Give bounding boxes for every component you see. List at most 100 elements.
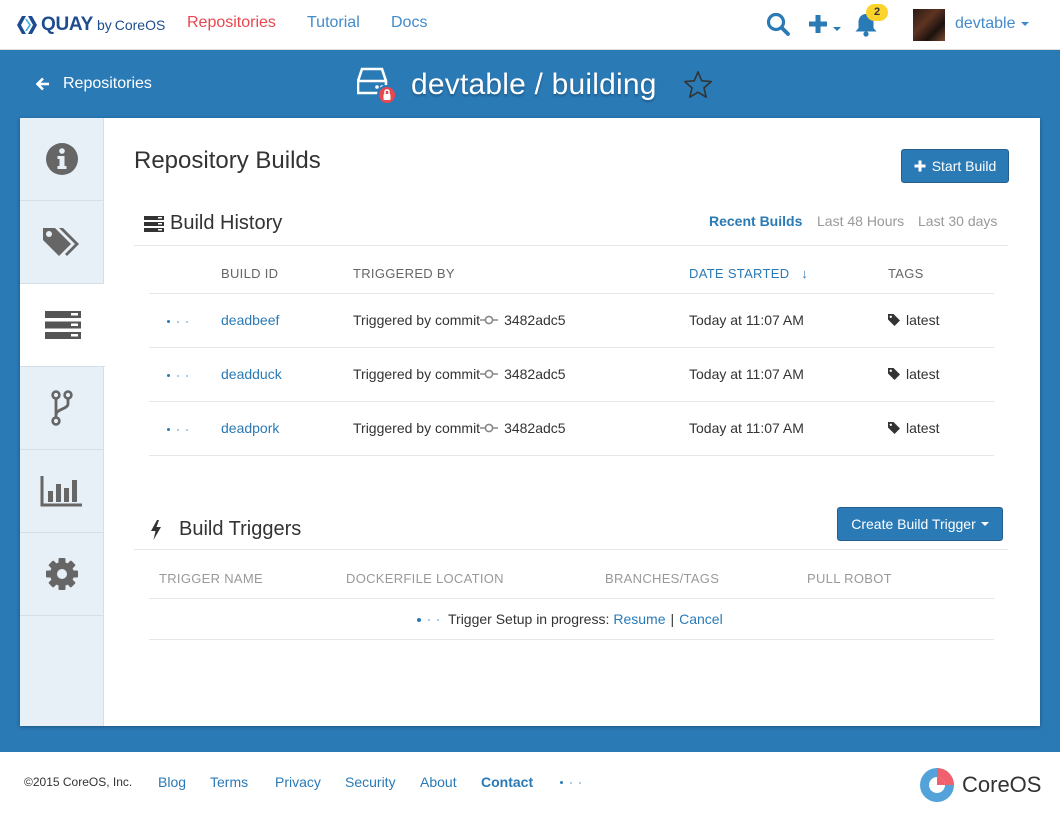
create-build-trigger-label: Create Build Trigger: [851, 516, 976, 532]
build-history-title: Build History: [170, 212, 283, 234]
nav-repositories[interactable]: Repositories: [187, 14, 276, 32]
build-phase-spinner-icon: [167, 374, 188, 377]
triggered-by-cell: Triggered by commit 3482adc5: [353, 419, 566, 437]
divider: [149, 293, 994, 294]
build-id-link[interactable]: deadbeef: [221, 311, 279, 329]
divider: [134, 245, 1008, 246]
trigger-setup-status: Trigger Setup in progress: Resume | Canc…: [448, 610, 723, 628]
triggered-by-text: Triggered by commit: [353, 420, 481, 436]
footer-link-blog[interactable]: Blog: [158, 774, 186, 790]
tag-label: latest: [906, 312, 940, 328]
logo-text: QUAY: [41, 14, 93, 35]
tab-settings[interactable]: [20, 533, 104, 616]
search-icon[interactable]: [764, 10, 792, 38]
column-header-triggered-by[interactable]: TRIGGERED BY: [353, 266, 455, 281]
repo-name: devtable / building: [411, 68, 657, 101]
commit-sha[interactable]: 3482adc5: [504, 312, 566, 328]
divider: [149, 347, 994, 348]
column-header-trigger-name: TRIGGER NAME: [159, 571, 263, 586]
start-build-button[interactable]: Start Build: [901, 149, 1009, 183]
nav-docs[interactable]: Docs: [391, 14, 427, 32]
tag-label: latest: [906, 366, 940, 382]
git-commit-icon: [480, 369, 499, 379]
username-label: devtable: [955, 15, 1016, 32]
trigger-setup-text: Trigger Setup in progress:: [448, 611, 610, 627]
copyright-text: ©2015 CoreOS, Inc.: [24, 775, 133, 789]
create-build-trigger-button[interactable]: Create Build Trigger: [837, 507, 1003, 541]
footer-link-terms[interactable]: Terms: [210, 774, 248, 790]
top-navbar: QUAY by CoreOS Repositories Tutorial Doc…: [0, 0, 1060, 50]
column-header-build-id[interactable]: BUILD ID: [221, 266, 278, 281]
bolt-icon: [151, 519, 161, 540]
footer-link-contact[interactable]: Contact: [481, 774, 533, 790]
tab-tags[interactable]: [20, 201, 104, 284]
user-avatar[interactable]: [913, 9, 945, 41]
resume-trigger-link[interactable]: Resume: [613, 611, 665, 627]
logo-vendor-text: CoreOS: [114, 17, 166, 33]
nav-tutorial[interactable]: Tutorial: [307, 14, 360, 32]
loading-spinner-icon: [417, 618, 439, 622]
triggered-by-cell: Triggered by commit 3482adc5: [353, 365, 566, 383]
date-started-cell: Today at 11:07 AM: [689, 312, 804, 328]
divider: [134, 549, 1008, 550]
bar-chart-icon: [40, 476, 82, 507]
arrow-left-icon: [36, 77, 49, 91]
tab-builds[interactable]: [20, 284, 105, 367]
commit-sha[interactable]: 3482adc5: [504, 420, 566, 436]
build-id-link[interactable]: deadpork: [221, 419, 279, 437]
column-header-tags[interactable]: TAGS: [888, 266, 924, 281]
date-started-cell: Today at 11:07 AM: [689, 420, 804, 436]
filter-recent-builds[interactable]: Recent Builds: [709, 213, 802, 229]
triggered-by-text: Triggered by commit: [353, 312, 481, 328]
tag-cell[interactable]: latest: [888, 311, 939, 329]
build-triggers-heading: Build Triggers: [150, 518, 301, 541]
filter-last-48-hours[interactable]: Last 48 Hours: [817, 213, 904, 229]
build-phase-spinner-icon: [167, 320, 188, 323]
code-fork-icon: [51, 390, 73, 426]
star-icon[interactable]: [683, 70, 713, 100]
logo-by-text: by: [96, 17, 112, 33]
loading-spinner-icon: [560, 781, 581, 784]
tags-icon: [43, 228, 79, 256]
build-id-link[interactable]: deadduck: [221, 365, 282, 383]
back-link-label: Repositories: [63, 75, 152, 92]
footer-link-privacy[interactable]: Privacy: [275, 774, 321, 790]
private-repo-icon: [357, 67, 397, 105]
date-started-label: DATE STARTED: [689, 266, 790, 281]
column-header-pull-robot: PULL ROBOT: [807, 571, 892, 586]
create-new-icon[interactable]: [806, 10, 844, 38]
page-title: Repository Builds: [134, 147, 321, 174]
tag-label: latest: [906, 420, 940, 436]
tag-cell[interactable]: latest: [888, 365, 939, 383]
tab-usage-logs[interactable]: [20, 450, 104, 533]
quay-logo-icon: [17, 16, 37, 34]
chevron-down-icon: [1020, 21, 1029, 26]
info-icon: [46, 143, 78, 175]
divider: [149, 598, 994, 599]
coreos-logo-text: CoreOS: [962, 772, 1042, 797]
tab-information[interactable]: [20, 118, 104, 201]
tag-cell[interactable]: latest: [888, 419, 939, 437]
triggered-by-cell: Triggered by commit 3482adc5: [353, 311, 566, 329]
footer-link-security[interactable]: Security: [345, 774, 396, 790]
column-header-branches-tags: BRANCHES/TAGS: [605, 571, 720, 586]
plus-icon: [914, 160, 926, 172]
quay-logo[interactable]: QUAY by CoreOS: [16, 13, 165, 37]
coreos-logo-icon: [920, 768, 954, 802]
server-icon: [144, 215, 164, 232]
divider: [149, 455, 994, 456]
column-header-date-started[interactable]: DATE STARTED ↓: [689, 266, 808, 281]
coreos-footer-logo[interactable]: CoreOS: [918, 767, 1041, 803]
sort-down-arrow-icon: ↓: [801, 266, 809, 281]
cancel-trigger-link[interactable]: Cancel: [679, 611, 723, 627]
tag-icon: [888, 314, 900, 326]
commit-sha[interactable]: 3482adc5: [504, 366, 566, 382]
footer-link-about[interactable]: About: [420, 774, 457, 790]
user-menu[interactable]: devtable: [955, 15, 1029, 33]
filter-last-30-days[interactable]: Last 30 days: [918, 213, 997, 229]
git-commit-icon: [480, 423, 499, 433]
build-phase-spinner-icon: [167, 428, 188, 431]
back-to-repositories-link[interactable]: Repositories: [36, 75, 152, 93]
tab-history[interactable]: [20, 367, 104, 450]
repo-title: devtable / building: [357, 63, 713, 107]
